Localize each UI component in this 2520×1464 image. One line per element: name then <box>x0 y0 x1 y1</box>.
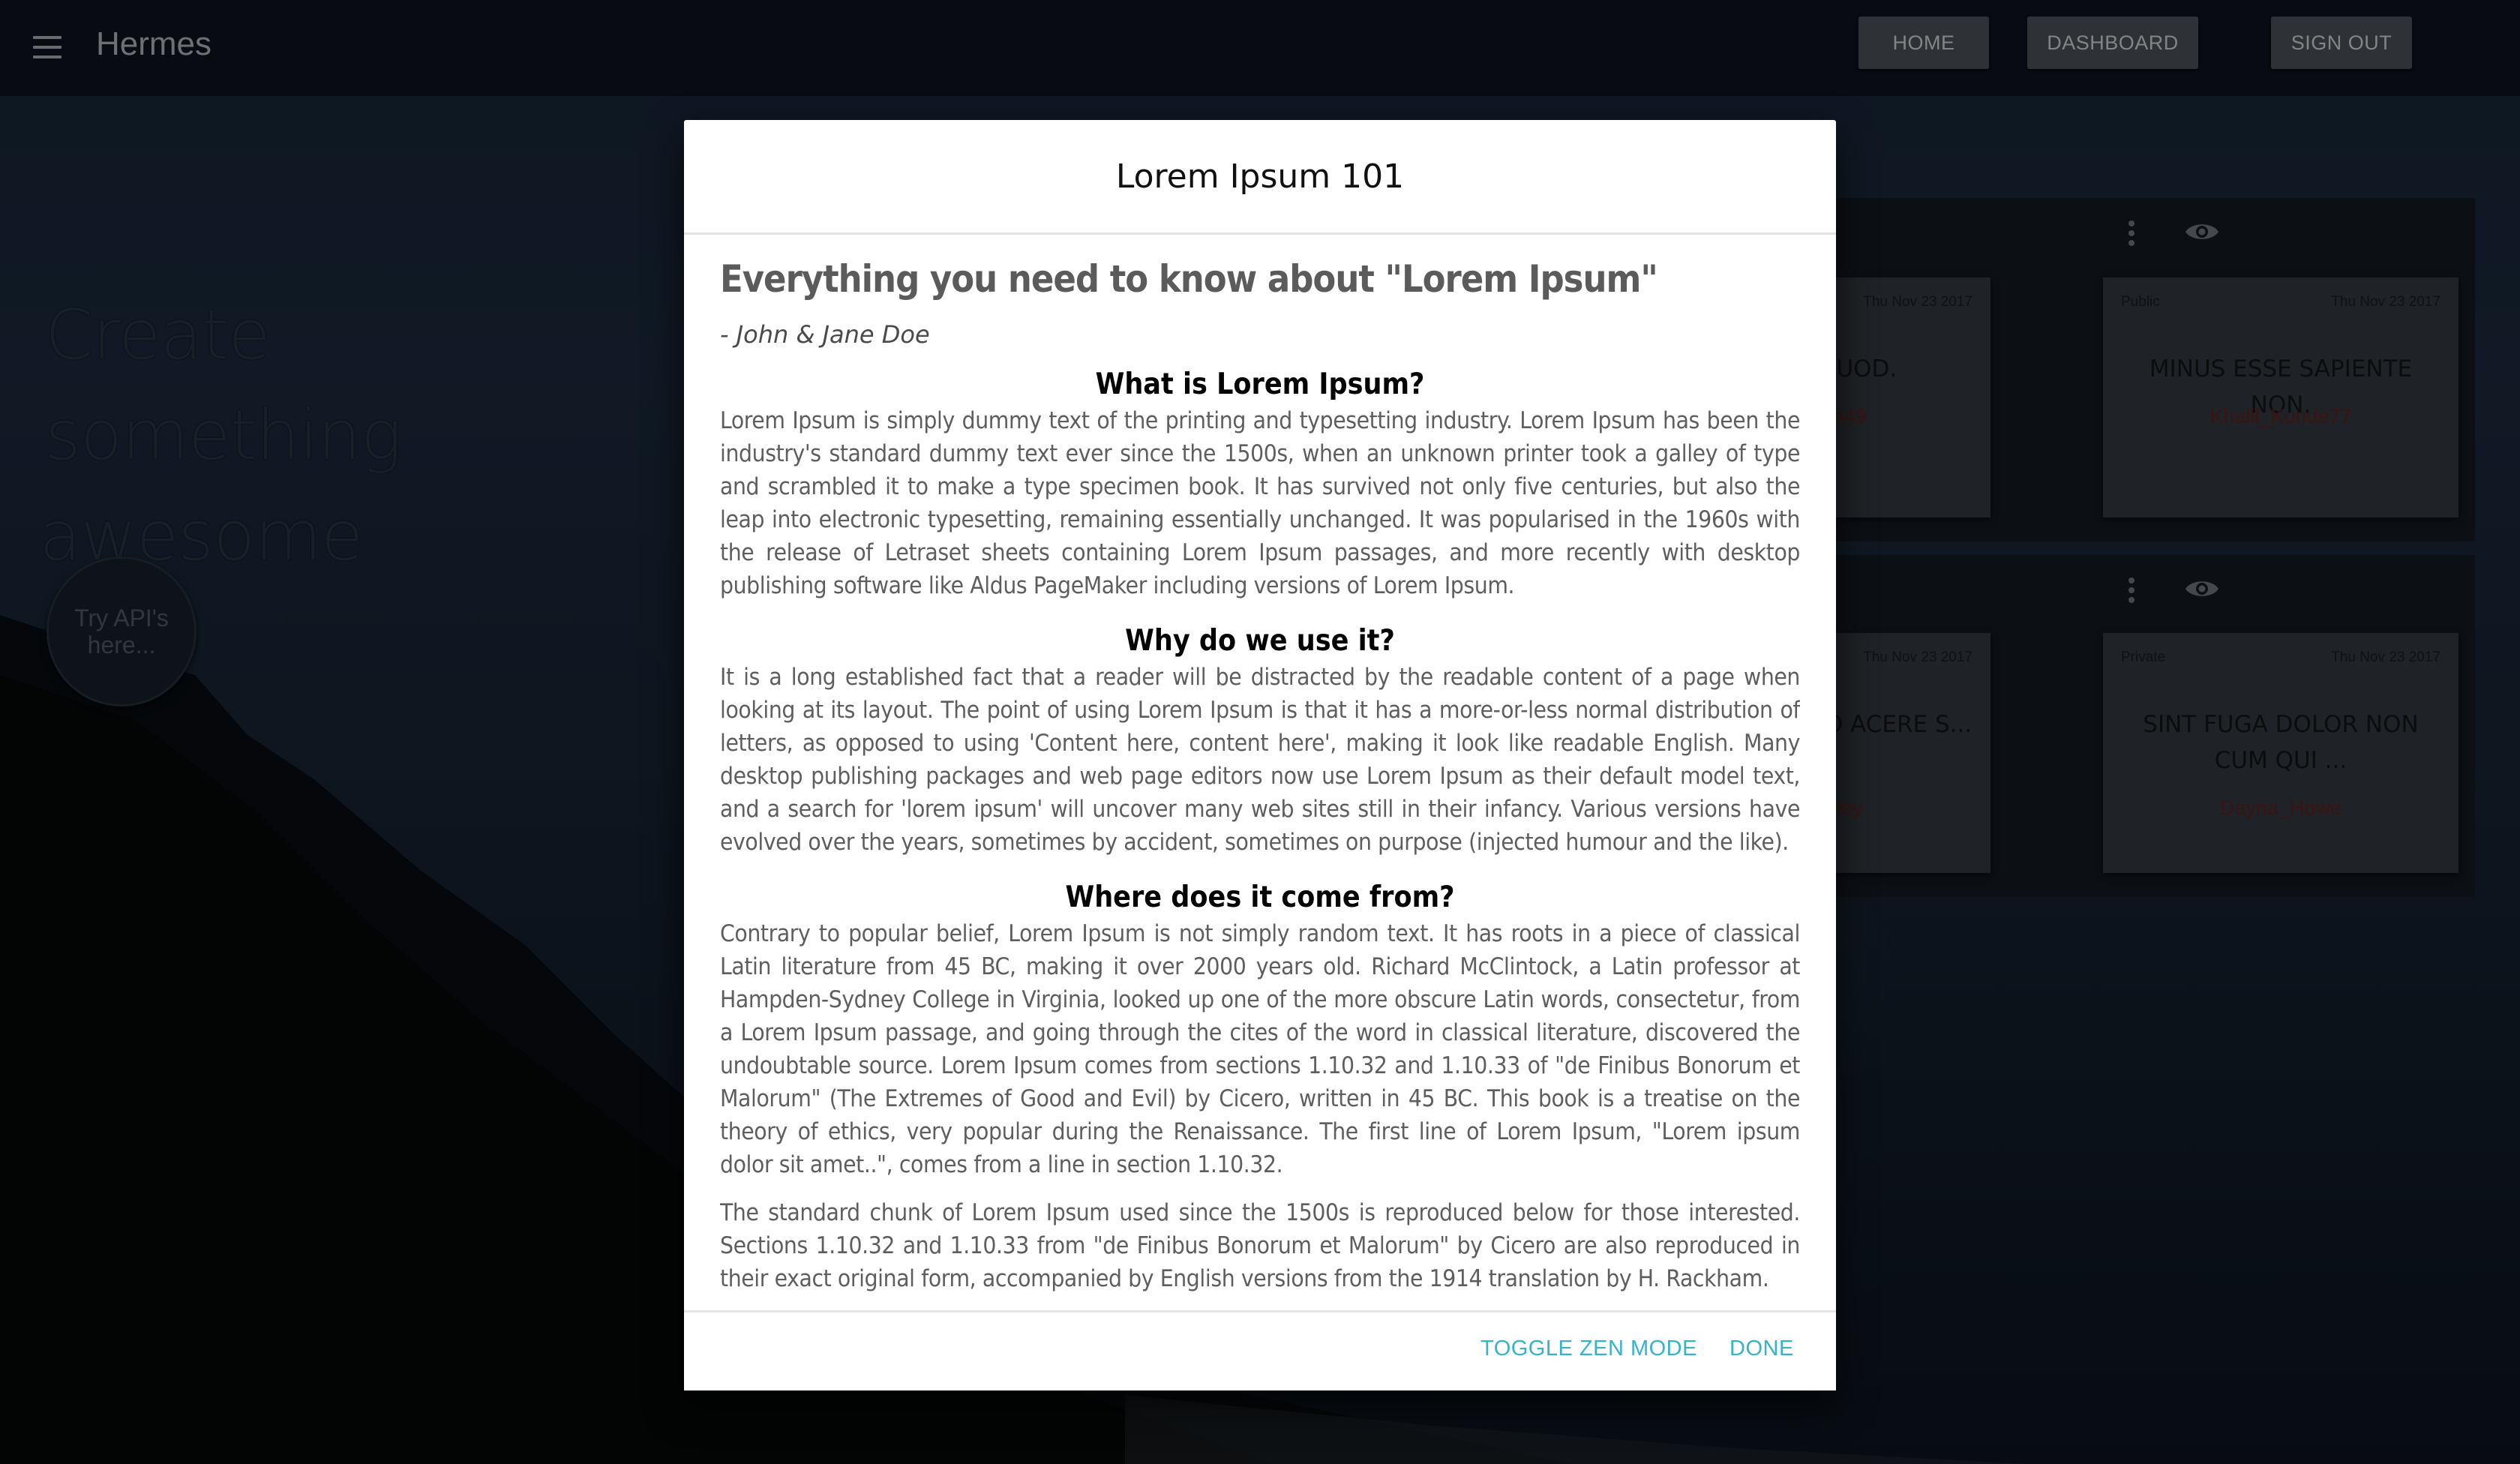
toggle-zen-mode-button[interactable]: TOGGLE ZEN MODE <box>1480 1336 1697 1361</box>
done-button[interactable]: DONE <box>1730 1336 1794 1361</box>
article-heading: Everything you need to know about "Lorem… <box>720 257 1658 301</box>
section-paragraph: Contrary to popular belief, Lorem Ipsum … <box>720 920 1800 1178</box>
dialog-content[interactable]: Everything you need to know about "Lorem… <box>720 235 1800 1429</box>
section-title: What is Lorem Ipsum? <box>1095 368 1425 401</box>
dialog-title: Lorem Ipsum 101 <box>1115 157 1405 196</box>
section-title: Where does it come from? <box>1065 880 1455 914</box>
section-paragraph: It is a long established fact that a rea… <box>720 664 1800 856</box>
section-paragraph: Lorem Ipsum is simply dummy text of the … <box>720 407 1800 599</box>
dialog-actions: TOGGLE ZEN MODE DONE <box>684 1310 1836 1390</box>
section-title: Why do we use it? <box>1125 624 1395 658</box>
dialog-header: Lorem Ipsum 101 <box>684 120 1836 235</box>
section-paragraph: The standard chunk of Lorem Ipsum used s… <box>720 1199 1800 1292</box>
article-dialog: Lorem Ipsum 101 Everything you need to k… <box>684 120 1836 1390</box>
article-author: - John & Jane Doe <box>720 320 930 349</box>
